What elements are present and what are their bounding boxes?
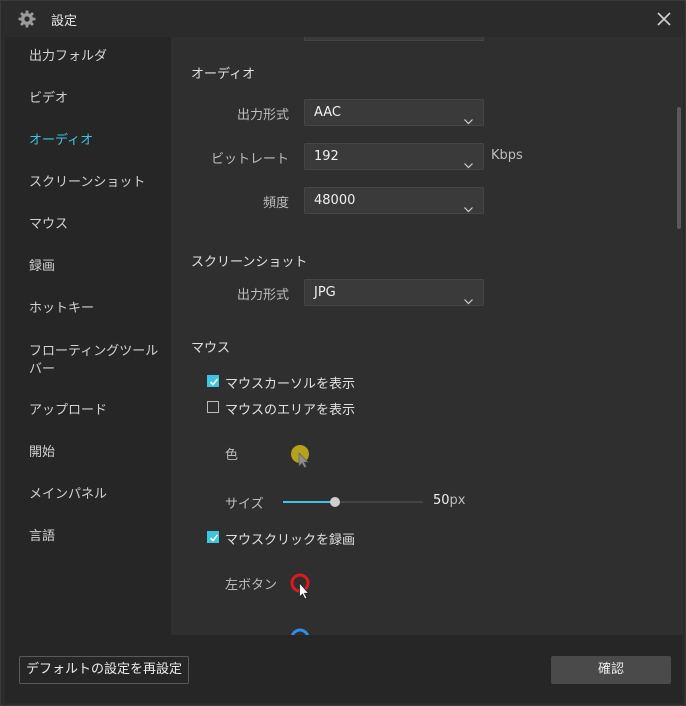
screenshot-format-select[interactable]: JPG <box>304 279 484 306</box>
audio-format-select[interactable]: AAC <box>304 99 484 126</box>
chevron-down-icon <box>464 289 473 305</box>
dialog-footer: デフォルトの設定を再設定 確認 <box>5 635 683 703</box>
mouse-section-title: マウス <box>191 341 231 356</box>
frequency-value: 48000 <box>314 193 356 208</box>
bitrate-value: 192 <box>314 149 339 164</box>
size-slider-thumb[interactable] <box>330 497 340 507</box>
size-value-unit: px <box>449 493 466 508</box>
audio-format-value: AAC <box>314 105 341 120</box>
window-title: 設定 <box>51 14 78 29</box>
bitrate-select[interactable]: 192 <box>304 143 484 170</box>
sidebar-item-mouse[interactable]: マウス <box>5 216 171 234</box>
color-label: 色 <box>225 448 239 463</box>
checkbox-checked-icon <box>207 375 219 387</box>
sidebar-item-upload[interactable]: アップロード <box>5 402 171 420</box>
screenshot-format-value: JPG <box>314 285 336 300</box>
floating-toolbar-label-line2: バー <box>29 362 56 377</box>
chevron-down-icon <box>464 109 473 125</box>
sidebar-item-video[interactable]: ビデオ <box>5 90 171 108</box>
sidebar-item-output-folder[interactable]: 出力フォルダ <box>5 48 171 66</box>
title-bar: 設定 <box>1 1 685 37</box>
reset-defaults-button[interactable]: デフォルトの設定を再設定 <box>19 656 189 684</box>
scrollbar[interactable] <box>677 107 681 229</box>
previous-select-stub <box>304 37 484 41</box>
sidebar-item-main-panel[interactable]: メインパネル <box>5 486 171 504</box>
screenshot-format-label: 出力形式 <box>236 288 289 303</box>
right-click-color-swatch[interactable] <box>290 627 314 635</box>
sidebar-item-screenshot[interactable]: スクリーンショット <box>5 174 171 192</box>
size-slider[interactable] <box>283 497 423 507</box>
settings-content: オーディオ 出力形式 AAC ビットレート 192 Kbps 頻度 48000 … <box>171 37 683 635</box>
floating-toolbar-label-line1: フローティングツール <box>29 344 159 359</box>
bitrate-label: ビットレート <box>210 152 289 167</box>
bitrate-unit: Kbps <box>491 148 523 163</box>
sidebar-item-hotkeys[interactable]: ホットキー <box>5 300 171 318</box>
show-area-label: マウスのエリアを表示 <box>225 403 356 418</box>
sidebar-item-audio[interactable]: オーディオ <box>5 132 171 150</box>
area-color-swatch[interactable] <box>290 444 314 468</box>
record-click-label: マウスクリックを録画 <box>225 533 356 548</box>
frequency-label: 頻度 <box>262 196 289 211</box>
size-slider-fill <box>283 501 335 503</box>
screenshot-section-title: スクリーンショット <box>191 255 308 270</box>
show-cursor-label: マウスカーソルを表示 <box>225 377 356 392</box>
size-value: 50px <box>433 493 466 508</box>
checkbox-unchecked-icon <box>207 401 219 413</box>
sidebar-item-recording[interactable]: 録画 <box>5 258 171 276</box>
size-value-number: 50 <box>433 493 450 508</box>
sidebar-item-startup[interactable]: 開始 <box>5 444 171 462</box>
sidebar-item-language[interactable]: 言語 <box>5 528 171 546</box>
chevron-down-icon <box>464 197 473 213</box>
settings-window: 設定 出力フォルダ ビデオ オーディオ スクリーンショット マウス 録画 ホット… <box>0 0 686 706</box>
size-label: サイズ <box>225 497 264 512</box>
audio-format-label: 出力形式 <box>236 108 289 123</box>
chevron-down-icon <box>464 153 473 169</box>
frequency-select[interactable]: 48000 <box>304 187 484 214</box>
checkbox-checked-icon <box>207 531 219 543</box>
gear-icon <box>18 10 36 28</box>
sidebar: 出力フォルダ ビデオ オーディオ スクリーンショット マウス 録画 ホットキー … <box>5 37 171 635</box>
close-icon[interactable] <box>655 10 673 28</box>
audio-section-title: オーディオ <box>191 67 256 82</box>
confirm-button[interactable]: 確認 <box>551 656 671 684</box>
left-button-label: 左ボタン <box>225 578 278 593</box>
sidebar-item-floating-toolbar[interactable]: フローティングツール バー <box>5 343 171 379</box>
left-click-color-swatch[interactable] <box>290 573 314 603</box>
